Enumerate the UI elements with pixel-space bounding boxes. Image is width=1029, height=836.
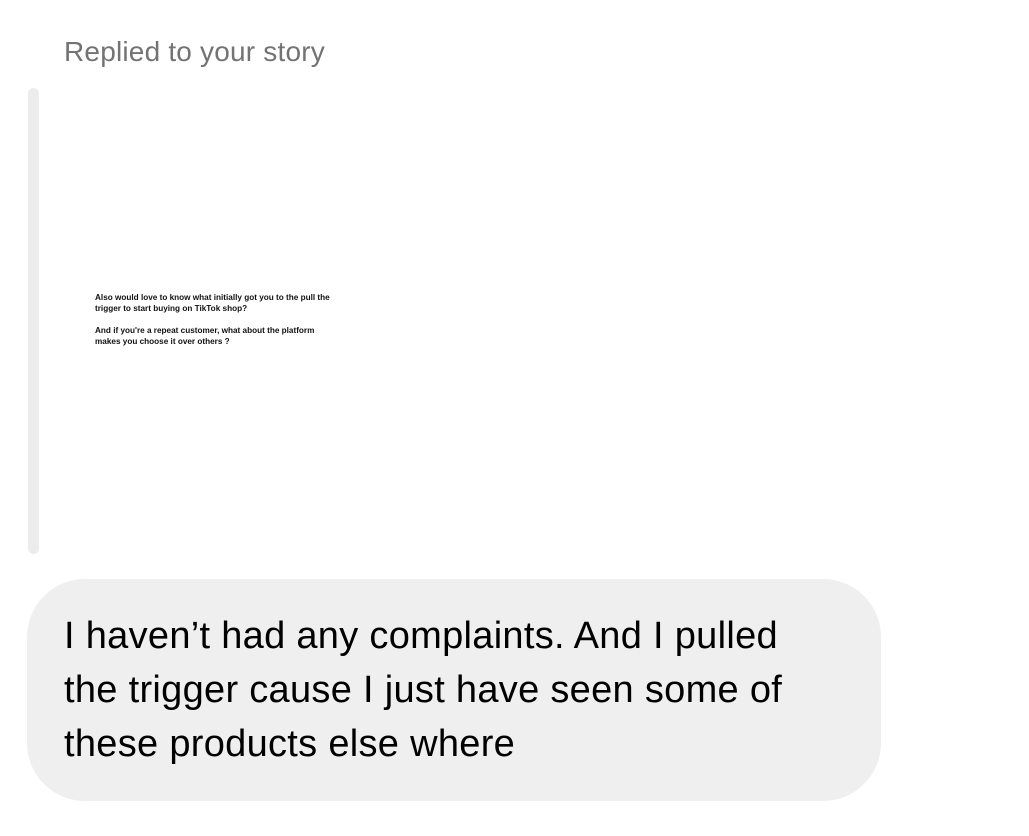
story-text-block: Also would love to know what initially g… — [95, 292, 335, 358]
message-bubble[interactable]: I haven’t had any complaints. And I pull… — [27, 579, 881, 801]
story-preview-thumbnail[interactable]: Also would love to know what initially g… — [56, 88, 356, 554]
story-question-1: Also would love to know what initially g… — [95, 293, 330, 313]
story-question-2: And if you're a repeat customer, what ab… — [95, 326, 315, 346]
quote-indicator-bar — [28, 88, 39, 554]
replied-to-story-label: Replied to your story — [64, 36, 325, 67]
message-text: I haven’t had any complaints. And I pull… — [64, 615, 783, 765]
